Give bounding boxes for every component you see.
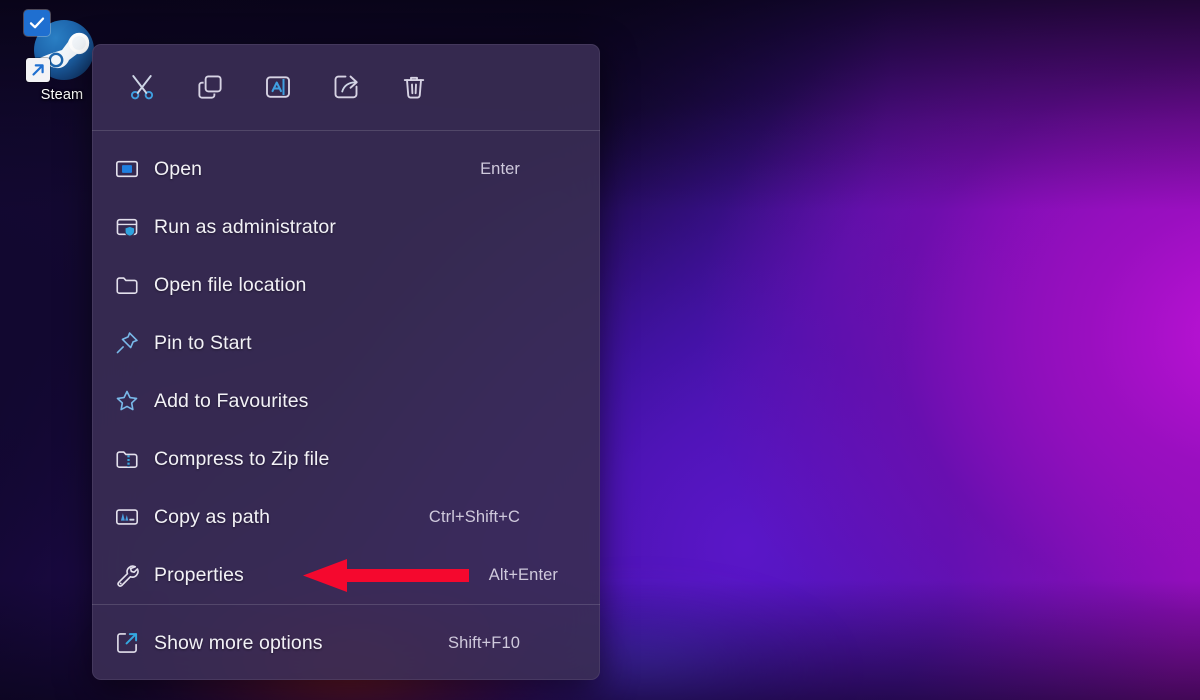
- delete-button[interactable]: [380, 58, 448, 116]
- menu-item-open[interactable]: Open Enter: [92, 140, 600, 198]
- menu-item-shortcut: Ctrl+Shift+C: [428, 507, 520, 526]
- folder-icon: [114, 272, 154, 298]
- rename-button[interactable]: [244, 58, 312, 116]
- menu-item-label: Show more options: [154, 631, 323, 654]
- menu-item-label: Open file location: [154, 273, 307, 296]
- menu-item-label: Properties: [154, 563, 244, 586]
- share-icon: [331, 72, 361, 102]
- pin-icon: [114, 330, 154, 356]
- rename-icon: [263, 72, 293, 102]
- zip-folder-icon: [114, 446, 154, 472]
- menu-item-label: Run as administrator: [154, 215, 336, 238]
- menu-item-shortcut: Alt+Enter: [488, 565, 558, 584]
- context-menu-tail: Show more options Shift+F10: [92, 605, 600, 672]
- cut-icon: [127, 72, 157, 102]
- menu-item-run-as-administrator[interactable]: Run as administrator: [92, 198, 600, 256]
- menu-item-label: Pin to Start: [154, 331, 252, 354]
- copy-path-icon: [114, 504, 154, 530]
- menu-item-properties[interactable]: Properties Alt+Enter: [92, 546, 600, 604]
- menu-item-label: Open: [154, 157, 203, 180]
- menu-item-open-file-location[interactable]: Open file location: [92, 256, 600, 314]
- context-menu-items: Open Enter Run as administrator Open fil…: [92, 131, 600, 604]
- context-menu-toolbar: [92, 44, 600, 130]
- copy-button[interactable]: [176, 58, 244, 116]
- menu-item-label: Copy as path: [154, 505, 271, 528]
- copy-icon: [195, 72, 225, 102]
- menu-item-shortcut: Enter: [480, 159, 520, 178]
- menu-item-label: Add to Favourites: [154, 389, 309, 412]
- cut-button[interactable]: [108, 58, 176, 116]
- menu-item-show-more-options[interactable]: Show more options Shift+F10: [92, 614, 600, 672]
- shield-admin-icon: [114, 214, 154, 240]
- menu-item-add-to-favourites[interactable]: Add to Favourites: [92, 372, 600, 430]
- open-window-icon: [114, 156, 154, 182]
- steam-icon: [24, 10, 96, 84]
- menu-item-label: Compress to Zip file: [154, 447, 330, 470]
- wrench-icon: [114, 562, 154, 588]
- star-icon: [114, 388, 154, 414]
- shortcut-arrow-badge-icon: [26, 58, 50, 82]
- menu-item-pin-to-start[interactable]: Pin to Start: [92, 314, 600, 372]
- menu-item-shortcut: Shift+F10: [448, 633, 520, 652]
- desktop: Steam Open Enter Run as administrator Op…: [0, 0, 1200, 700]
- share-button[interactable]: [312, 58, 380, 116]
- expand-arrow-icon: [114, 630, 154, 656]
- menu-item-compress-to-zip-file[interactable]: Compress to Zip file: [92, 430, 600, 488]
- menu-item-copy-as-path[interactable]: Copy as path Ctrl+Shift+C: [92, 488, 600, 546]
- context-menu: Open Enter Run as administrator Open fil…: [92, 44, 600, 680]
- selection-checkmark-icon: [24, 10, 50, 36]
- delete-icon: [399, 72, 429, 102]
